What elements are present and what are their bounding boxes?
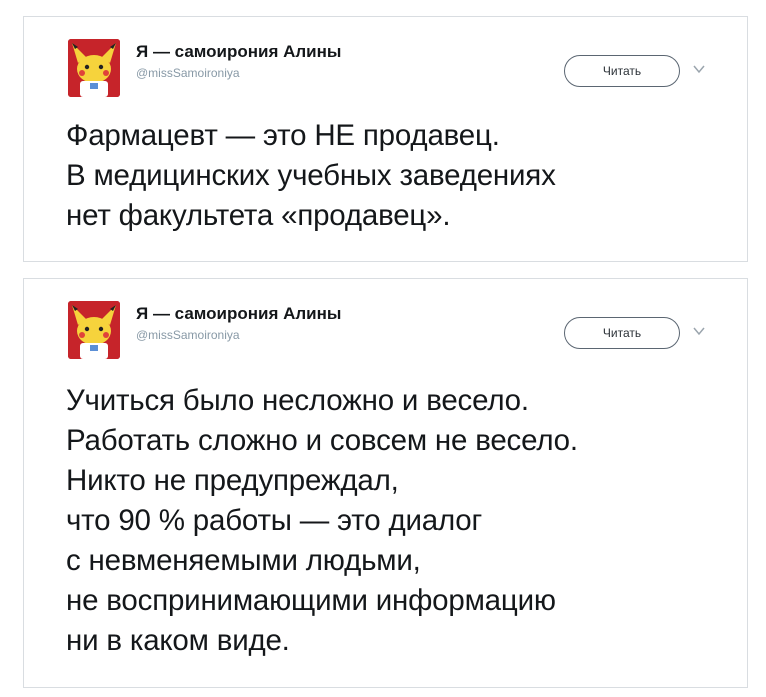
author-name[interactable]: Я — самоирония Алины: [136, 304, 341, 324]
tweet-text: Учиться было несложно и весело. Работать…: [66, 384, 578, 657]
chevron-down-icon[interactable]: [692, 62, 706, 76]
author-name[interactable]: Я — самоирония Алины: [136, 42, 341, 62]
pikachu-avatar-icon: [68, 39, 120, 97]
author-handle[interactable]: @missSamoironiya: [136, 66, 240, 80]
tweet-card: Я — самоирония Алины @missSamoironiya Чи…: [23, 278, 748, 688]
chevron-down-icon[interactable]: [692, 324, 706, 338]
avatar[interactable]: [68, 301, 120, 359]
author-handle[interactable]: @missSamoironiya: [136, 328, 240, 342]
avatar[interactable]: [68, 39, 120, 97]
follow-button[interactable]: Читать: [564, 55, 680, 87]
pikachu-avatar-icon: [68, 301, 120, 359]
follow-button[interactable]: Читать: [564, 317, 680, 349]
tweet-text: Фармацевт — это НЕ продавец. В медицинск…: [66, 119, 556, 232]
tweet-card: Я — самоирония Алины @missSamoironiya Чи…: [23, 16, 748, 262]
